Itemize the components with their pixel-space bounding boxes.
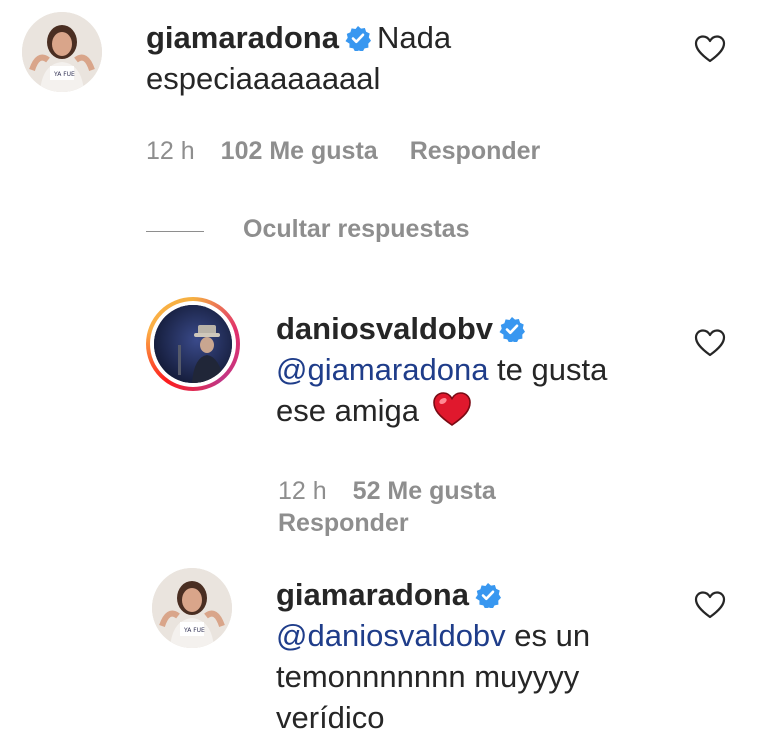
verified-badge-icon: [345, 26, 371, 51]
red-heart-emoji-icon: [432, 392, 471, 426]
likes-count[interactable]: 52 Me gusta: [353, 477, 496, 505]
comment-body: giamaradona @daniosvaldobv es un temonnn…: [276, 574, 696, 738]
likes-count[interactable]: 102 Me gusta: [221, 137, 378, 165]
mention-link[interactable]: @giamaradona: [276, 352, 488, 387]
comment-time[interactable]: 12 h: [146, 137, 195, 165]
comment-meta: 12 h 52 Me gusta: [278, 475, 496, 507]
avatar[interactable]: YA FUE: [22, 12, 102, 92]
comment-text: temonnnnnnn muyyyy: [276, 659, 580, 694]
comment-text: es un: [505, 618, 591, 653]
comment-text: verídico: [276, 700, 385, 735]
comment-body: giamaradona Nada especiaaaaaaaal: [146, 17, 666, 99]
reply-button[interactable]: Responder: [278, 507, 409, 539]
comment-meta: 12 h 102 Me gusta Responder: [146, 135, 540, 167]
mention-link[interactable]: @daniosvaldobv: [276, 618, 506, 653]
verified-badge-icon: [475, 583, 501, 608]
svg-text:YA FUE: YA FUE: [183, 627, 205, 634]
verified-badge-icon: [499, 317, 526, 342]
username[interactable]: giamaradona: [146, 20, 339, 55]
comment-time[interactable]: 12 h: [278, 477, 327, 505]
svg-text:YA FUE: YA FUE: [53, 71, 75, 78]
story-ring[interactable]: [146, 297, 240, 391]
comment-text: te gusta: [488, 352, 608, 387]
username[interactable]: giamaradona: [276, 577, 469, 612]
divider: [146, 231, 204, 232]
avatar-photo: YA FUE: [22, 12, 102, 92]
heart-outline-icon[interactable]: [694, 590, 726, 620]
avatar-photo: [154, 305, 232, 383]
username[interactable]: daniosvaldobv: [276, 311, 493, 346]
heart-outline-icon[interactable]: [694, 34, 726, 64]
heart-outline-icon[interactable]: [694, 328, 726, 358]
avatar[interactable]: YA FUE: [152, 568, 232, 648]
avatar-photo: YA FUE: [152, 568, 232, 648]
hide-replies-button[interactable]: Ocultar respuestas: [243, 215, 470, 244]
comment-body: daniosvaldobv @giamaradona te gusta ese …: [276, 308, 696, 431]
comment-text: ese amiga: [276, 393, 420, 428]
reply-button[interactable]: Responder: [410, 137, 541, 165]
avatar[interactable]: [154, 305, 232, 383]
